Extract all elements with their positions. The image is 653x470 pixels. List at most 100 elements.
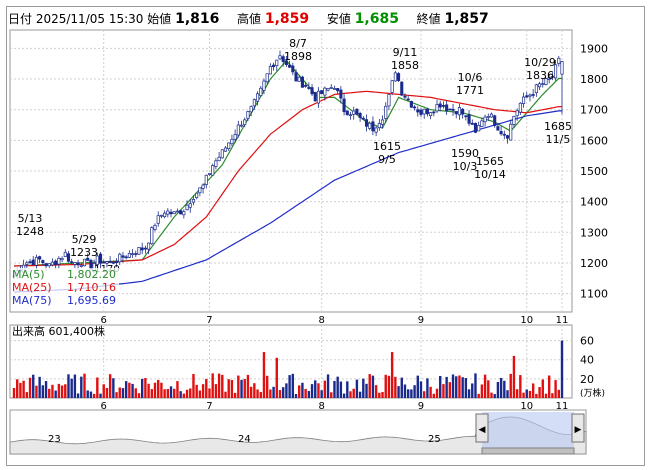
candle-body [102, 261, 106, 264]
candle-body [131, 253, 135, 256]
volume-bar [464, 378, 468, 398]
candle-body [44, 263, 48, 267]
candle-body [505, 135, 510, 139]
candle-body [121, 255, 125, 258]
volume-bar [163, 389, 166, 398]
volume-bar [298, 385, 301, 398]
volume-bar [246, 374, 250, 398]
candle-body [332, 88, 337, 90]
candle-body [268, 65, 272, 75]
annotation-value: 1836 [526, 69, 554, 82]
volume-bar [493, 394, 496, 398]
annotation-value: 1771 [456, 84, 484, 97]
volume-bar [80, 376, 83, 398]
volume-bar [288, 375, 291, 398]
volume-bar [124, 381, 128, 398]
volume-bar [310, 384, 314, 398]
overview-range [482, 412, 574, 452]
volume-bar [166, 388, 170, 398]
volume-bar [384, 374, 387, 398]
volume-bar [86, 390, 89, 398]
candle-body [380, 119, 385, 125]
volume-bar [144, 378, 147, 398]
volume-bar [371, 375, 375, 398]
annotation-date: 8/7 [289, 37, 307, 50]
volume-bar [240, 379, 243, 398]
volume-bar [51, 384, 54, 398]
volume-bar [76, 393, 80, 398]
volume-bar [221, 374, 224, 398]
candle-body [384, 105, 388, 119]
candle-body [515, 110, 519, 117]
overview-right-handle-arrow: ▶ [575, 425, 582, 435]
volume-bar [272, 386, 275, 398]
volume-bar [506, 390, 509, 398]
candle-body [34, 256, 38, 266]
volume-bar [317, 383, 320, 398]
candle-body [25, 262, 29, 265]
candle-body [560, 61, 564, 75]
volume-bar [554, 380, 557, 398]
volume-bar [214, 384, 218, 398]
candle-body [108, 261, 112, 263]
candle-body [137, 246, 141, 255]
volume-bar [413, 385, 416, 398]
volume-bar [201, 384, 205, 398]
annotation-date: 10/14 [474, 168, 506, 181]
volume-bar [41, 385, 45, 398]
volume-bar [528, 390, 532, 398]
volume-bar [381, 392, 384, 398]
candle-body [288, 64, 292, 68]
volume-bar [400, 377, 403, 398]
volume-bar [108, 374, 112, 398]
annotation-value: 1858 [391, 59, 419, 72]
volume-bar [269, 389, 272, 398]
candle-body [451, 108, 455, 111]
volume-bar [352, 388, 355, 398]
candle-body [496, 126, 500, 131]
overview-year-label: 25 [428, 434, 441, 445]
volume-bar [429, 386, 432, 398]
volume-bar [551, 393, 554, 398]
volume-bar [115, 392, 118, 398]
annotation-date: 5/13 [18, 212, 43, 225]
annotation-date: 9/5 [378, 153, 396, 166]
volume-bar [422, 391, 426, 398]
volume-bar [535, 393, 538, 398]
candle-body [249, 106, 253, 113]
volume-bar [458, 375, 461, 398]
volume-bar [474, 373, 477, 398]
candle-body [419, 109, 423, 115]
candle-body [531, 94, 535, 96]
candle-body [172, 211, 176, 215]
candle-body [486, 116, 490, 118]
volume-bar [83, 373, 86, 398]
volume-bar [419, 381, 423, 398]
volume-title: 出来高 601,400株 [12, 324, 105, 338]
volume-bar [208, 388, 211, 398]
candle-body [294, 72, 298, 82]
price-tick-label: 1300 [580, 226, 608, 239]
volume-bar [224, 391, 227, 398]
candle-body [371, 121, 375, 132]
volume-bar [173, 388, 176, 398]
volume-bar [70, 378, 73, 398]
volume-bar [38, 376, 41, 398]
volume-bar [531, 383, 535, 398]
candle-body [204, 174, 208, 186]
legend-value: 1,695.69 [67, 294, 116, 307]
volume-bar [259, 392, 262, 398]
volume-bar [471, 383, 474, 398]
volume-bar [451, 374, 455, 398]
candle-body [477, 125, 481, 132]
overview-year-label: 24 [238, 434, 251, 445]
candle-body [352, 110, 356, 115]
volume-bar [368, 374, 371, 398]
candle-body [243, 119, 247, 125]
candle-body [489, 113, 494, 118]
volume-bar [157, 379, 160, 398]
candle-body [368, 122, 372, 129]
volume-bar [281, 387, 285, 398]
candle-body [239, 124, 244, 127]
volume-bar [538, 387, 541, 398]
